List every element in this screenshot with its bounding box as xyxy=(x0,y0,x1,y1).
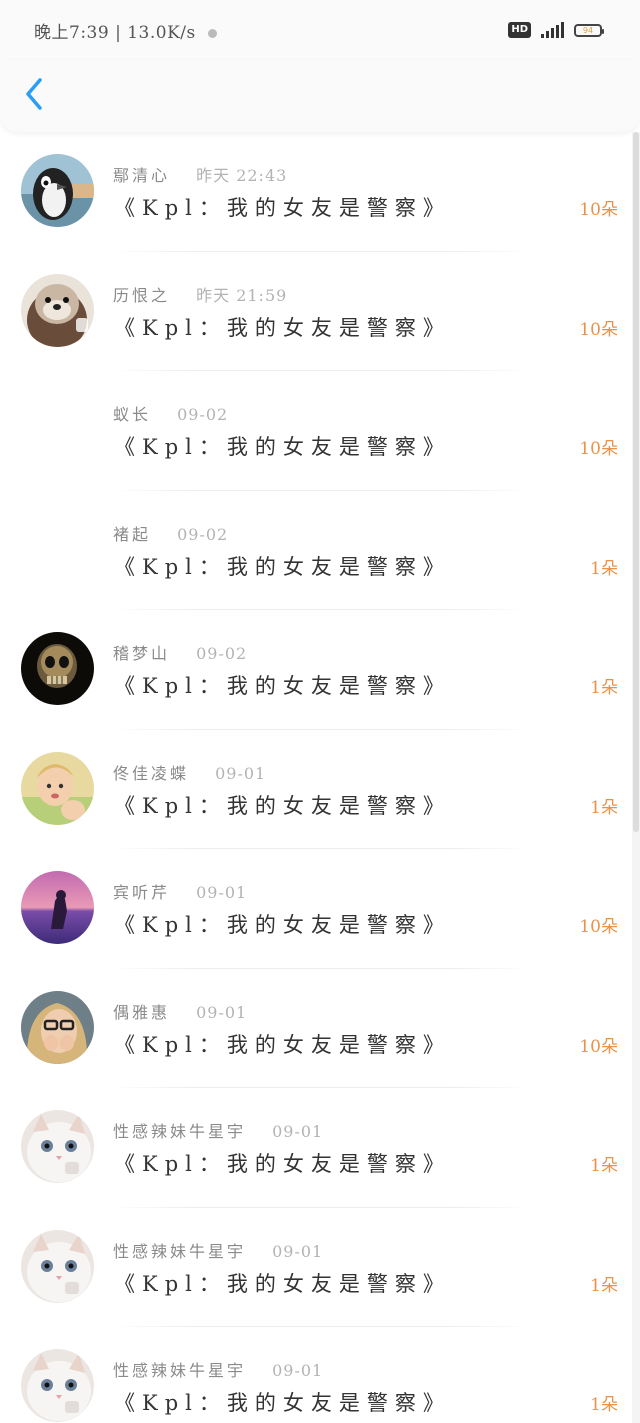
sender-name: 佟佳凌蝶 xyxy=(113,763,190,783)
flower-count: 1朵 xyxy=(590,558,618,579)
work-title[interactable]: 《Kpl：我的女友是警察》 xyxy=(114,431,451,461)
status-bar: 晚上7:39 | 13.0K/s HD 94 xyxy=(0,0,640,60)
work-title[interactable]: 《Kpl：我的女友是警察》 xyxy=(114,192,451,222)
list-item[interactable]: 佟佳凌蝶 09-01 《Kpl：我的女友是警察》 1朵 xyxy=(0,730,632,849)
sync-icon xyxy=(207,29,217,38)
scrollbar[interactable] xyxy=(632,132,640,1423)
page: 晚上7:39 | 13.0K/s HD 94 鄢清心 昨天 22:43 《Kpl… xyxy=(0,0,640,1423)
sender-line: 性感辣妹牛星宇 09-01 xyxy=(113,1118,323,1142)
sender-name: 稽梦山 xyxy=(113,644,171,663)
sender-line: 性感辣妹牛星宇 09-01 xyxy=(113,1357,323,1381)
sender-line: 稽梦山 09-02 xyxy=(113,640,247,664)
list-item[interactable]: 性感辣妹牛星宇 09-01 《Kpl：我的女友是警察》 1朵 xyxy=(0,1088,632,1208)
header xyxy=(0,60,640,132)
sender-name: 褚起 xyxy=(113,524,152,544)
flower-count: 1朵 xyxy=(590,1395,618,1415)
sent-time: 09-01 xyxy=(272,1361,324,1380)
sender-name: 偶雅惠 xyxy=(113,1002,171,1022)
work-title[interactable]: 《Kpl：我的女友是警察》 xyxy=(114,1387,451,1417)
sender-name: 蚁长 xyxy=(113,405,152,424)
sender-name: 历恨之 xyxy=(113,285,171,305)
sender-name: 性感辣妹牛星宇 xyxy=(113,1241,247,1261)
list-item[interactable]: 历恨之 昨天 21:59 《Kpl：我的女友是警察》 10朵 xyxy=(0,252,632,371)
list-item[interactable]: 稽梦山 09-02 《Kpl：我的女友是警察》 1朵 xyxy=(0,610,632,730)
battery-level: 94 xyxy=(582,25,594,35)
battery-icon: 94 xyxy=(574,23,604,37)
work-title[interactable]: 《Kpl：我的女友是警察》 xyxy=(114,1029,451,1059)
sent-time: 昨天 22:43 xyxy=(196,166,288,185)
sender-name: 鄢清心 xyxy=(113,166,171,185)
sender-line: 佟佳凌蝶 09-01 xyxy=(113,760,266,784)
list-item[interactable]: 蚁长 09-02 《Kpl：我的女友是警察》 10朵 xyxy=(0,371,632,491)
status-network-speed: 13.0K/s xyxy=(127,23,196,43)
sent-time: 09-01 xyxy=(272,1241,324,1261)
flower-count: 10朵 xyxy=(579,1036,618,1057)
sent-time: 09-01 xyxy=(272,1122,324,1141)
cat-avatar[interactable] xyxy=(21,1110,94,1183)
otter-avatar[interactable] xyxy=(21,273,94,347)
list-item[interactable]: 性感辣妹牛星宇 09-01 《Kpl：我的女友是警察》 1朵 xyxy=(0,1208,632,1327)
sender-line: 宾听芹 09-01 xyxy=(113,879,247,903)
flower-count: 10朵 xyxy=(579,319,618,340)
sent-time: 09-02 xyxy=(177,524,229,544)
penguin-avatar[interactable] xyxy=(21,154,94,227)
work-title[interactable]: 《Kpl：我的女友是警察》 xyxy=(114,1148,451,1178)
list-item[interactable]: 偶雅惠 09-01 《Kpl：我的女友是警察》 10朵 xyxy=(0,969,632,1088)
sender-line: 偶雅惠 09-01 xyxy=(113,999,247,1023)
flower-count: 10朵 xyxy=(579,439,618,459)
work-title[interactable]: 《Kpl：我的女友是警察》 xyxy=(114,670,451,700)
gift-list: 鄢清心 昨天 22:43 《Kpl：我的女友是警察》 10朵 历恨之 昨天 21… xyxy=(0,132,632,1423)
sent-time: 09-01 xyxy=(196,883,248,902)
sender-line: 性感辣妹牛星宇 09-01 xyxy=(113,1238,323,1262)
status-icons: HD 94 xyxy=(508,20,604,40)
list-item[interactable]: 鄢清心 昨天 22:43 《Kpl：我的女友是警察》 10朵 xyxy=(0,132,632,252)
list-item[interactable]: 性感辣妹牛星宇 09-01 《Kpl：我的女友是警察》 1朵 xyxy=(0,1327,632,1423)
status-time-speed: 晚上7:39 | 13.0K/s xyxy=(34,18,217,43)
status-separator: | xyxy=(115,23,122,43)
sender-name: 宾听芹 xyxy=(113,883,171,902)
cat-avatar[interactable] xyxy=(21,1349,94,1422)
flower-count: 1朵 xyxy=(590,678,618,698)
sender-name: 性感辣妹牛星宇 xyxy=(113,1361,247,1380)
sent-time: 09-01 xyxy=(215,763,267,783)
hd-icon: HD xyxy=(508,22,531,38)
cat-avatar[interactable] xyxy=(21,1229,94,1303)
scrollbar-thumb[interactable] xyxy=(633,132,639,832)
work-title[interactable]: 《Kpl：我的女友是警察》 xyxy=(114,1268,451,1298)
sent-time: 09-02 xyxy=(196,644,248,663)
skull-avatar[interactable] xyxy=(21,632,94,705)
list-item[interactable]: 褚起 09-02 《Kpl：我的女友是警察》 1朵 xyxy=(0,491,632,610)
work-title[interactable]: 《Kpl：我的女友是警察》 xyxy=(114,909,451,939)
sender-line: 褚起 09-02 xyxy=(113,521,228,545)
signal-icon xyxy=(541,22,564,38)
work-title[interactable]: 《Kpl：我的女友是警察》 xyxy=(114,312,451,342)
flower-count: 10朵 xyxy=(579,200,618,220)
work-title[interactable]: 《Kpl：我的女友是警察》 xyxy=(114,551,451,581)
list-item[interactable]: 宾听芹 09-01 《Kpl：我的女友是警察》 10朵 xyxy=(0,849,632,969)
back-button[interactable] xyxy=(18,72,58,116)
sunset-avatar[interactable] xyxy=(21,871,94,944)
flower-count: 1朵 xyxy=(590,1275,618,1296)
flower-count: 1朵 xyxy=(590,1156,618,1176)
sent-time: 昨天 21:59 xyxy=(196,285,288,305)
status-time: 晚上7:39 xyxy=(34,23,110,43)
sent-time: 09-01 xyxy=(196,1002,248,1022)
glasses-girl-avatar[interactable] xyxy=(21,990,94,1064)
sent-time: 09-02 xyxy=(177,405,229,424)
sender-line: 蚁长 09-02 xyxy=(113,401,228,425)
work-title[interactable]: 《Kpl：我的女友是警察》 xyxy=(114,790,451,820)
sender-line: 鄢清心 昨天 22:43 xyxy=(113,162,287,186)
flower-count: 10朵 xyxy=(579,917,618,937)
flower-count: 1朵 xyxy=(590,797,618,818)
sender-name: 性感辣妹牛星宇 xyxy=(113,1122,247,1141)
chevron-left-icon xyxy=(26,78,42,110)
child-avatar[interactable] xyxy=(21,751,94,825)
sender-line: 历恨之 昨天 21:59 xyxy=(113,282,287,306)
